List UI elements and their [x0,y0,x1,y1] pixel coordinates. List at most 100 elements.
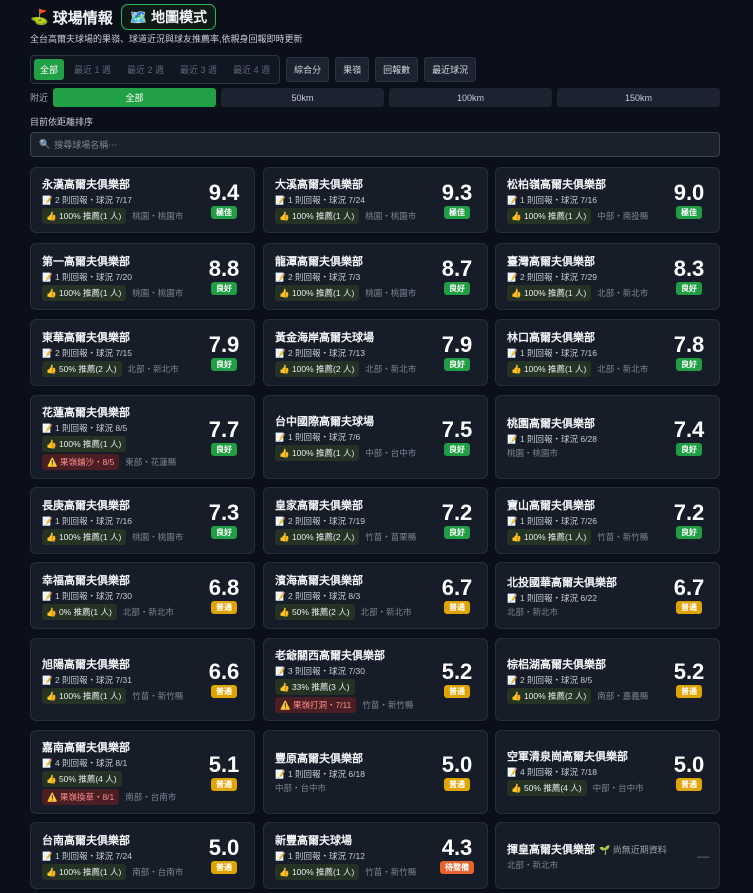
course-region-line: 中部・台中市 [275,782,435,794]
course-score: 9.3 [441,179,473,205]
distance-150km-button[interactable]: 150km [557,88,720,107]
course-score: 6.8 [208,575,240,600]
course-card[interactable]: 第一高爾夫俱樂部 📝 1 則回報・球況 7/20 👍 100% 推薦(1 人) 桃園・… [30,243,255,310]
course-card-body: 皇家高爾夫俱樂部 📝 2 則回報・球況 7/19 👍 100% 推薦(2 人) 竹苗・… [275,488,435,553]
course-region: 北部・新北市 [597,363,649,374]
sort-recent-button[interactable]: 最近球況 [424,57,477,82]
course-recommend-line: 👍 0% 推薦(1 人) 北部・新北市 [42,603,202,620]
distance-all-button[interactable]: 全部 [53,88,216,107]
course-card[interactable]: 旭陽高爾夫俱樂部 📝 2 則回報・球況 7/31 👍 100% 推薦(1 人) 竹苗・… [30,638,255,721]
course-name: 棕梠湖高爾夫俱樂部 [507,658,606,671]
course-recommend-line: 👍 100% 推薦(1 人) 竹苗・新竹縣 [42,687,202,704]
course-report-meta: 📝 1 則回報・球況 7/20 [42,271,132,282]
map-mode-button[interactable]: 🗺️ 地圖模式 [120,4,217,30]
course-report-meta: 📝 1 則回報・球況 6/28 [507,434,597,444]
course-card-body: 花蓮高爾夫俱樂部 📝 1 則回報・球況 8/5 👍 100% 推薦(1 人) ⚠️ 果… [42,396,202,478]
course-card-body: 揮皇高爾夫俱樂部 🌱 尚無近期資料 北部・新北市 [507,823,667,888]
page-title-text: 球場情報 [52,9,113,27]
distance-50km-button[interactable]: 50km [221,88,384,107]
course-score-block: 5.0 普通 [669,731,709,813]
sort-green-button[interactable]: 果嶺 [335,57,370,82]
course-rating-badge: 普通 [211,861,237,874]
course-rating-badge: 良好 [444,282,470,295]
course-name: 花蓮高爾夫俱樂部 [42,407,130,419]
course-rating-badge: 普通 [676,601,702,614]
search-icon: 🔍 [39,139,51,149]
course-card-body: 幸福高爾夫俱樂部 📝 1 則回報・球況 7/30 👍 0% 推薦(1 人) 北部・新北… [42,563,202,628]
filter-bar: 全部 最近 1 週 最近 2 週 最近 3 週 最近 4 週 綜合分 果嶺 回報… [30,55,477,84]
course-card[interactable]: 東華高爾夫俱樂部 📝 2 則回報・球況 7/15 👍 50% 推薦(2 人) 北部・新… [30,319,255,386]
course-card[interactable]: 大溪高爾夫俱樂部 📝 1 則回報・球況 7/24 👍 100% 推薦(1 人) 桃園・… [263,167,488,233]
time-filter-2-weeks[interactable]: 最近 2 週 [121,59,170,80]
course-card[interactable]: 桃園高爾夫俱樂部 📝 1 則回報・球況 6/28 桃園・桃園市 7.4 良好 [495,395,720,479]
time-filter-1-week[interactable]: 最近 1 週 [68,59,117,80]
course-card[interactable]: 揮皇高爾夫俱樂部 🌱 尚無近期資料 北部・新北市 — [495,822,720,889]
course-card-body: 松柏嶺高爾夫俱樂部 📝 1 則回報・球況 7/16 👍 100% 推薦(1 人) 中部… [507,168,667,232]
course-rating-badge: 良好 [444,442,470,456]
recommend-pill: 👍 50% 推薦(2 人) [275,603,355,620]
course-score: 9.0 [673,179,705,205]
recommend-pill: 👍 100% 推薦(1 人) [42,208,127,224]
course-rating-badge: 普通 [444,685,470,698]
course-card[interactable]: 長庚高爾夫俱樂部 📝 1 則回報・球況 7/16 👍 100% 推薦(1 人) 桃園・… [30,487,255,554]
course-card-body: 大溪高爾夫俱樂部 📝 1 則回報・球況 7/24 👍 100% 推薦(1 人) 桃園・… [275,168,435,232]
course-score: 8.3 [673,256,705,281]
recommend-pill: 👍 100% 推薦(1 人) [42,436,127,452]
sort-reports-button[interactable]: 回報數 [375,57,419,82]
course-name: 旭陽高爾夫俱樂部 [42,658,130,671]
time-filter-all[interactable]: 全部 [34,59,65,80]
course-card[interactable]: 松柏嶺高爾夫俱樂部 📝 1 則回報・球況 7/16 👍 100% 推薦(1 人) 中部… [495,167,720,233]
time-filter-4-weeks[interactable]: 最近 4 週 [227,59,276,80]
recommend-pill: 👍 100% 推薦(2 人) [507,687,592,704]
course-card[interactable]: 花蓮高爾夫俱樂部 📝 1 則回報・球況 8/5 👍 100% 推薦(1 人) ⚠️ 果… [30,395,255,479]
course-report-meta: 📝 1 則回報・球況 6/22 [507,592,597,603]
course-rating-badge: 極佳 [211,205,237,219]
course-region: 東部・花蓮縣 [125,457,177,467]
course-recommend-line: 👍 50% 推薦(2 人) 北部・新北市 [275,603,435,620]
distance-100km-button[interactable]: 100km [389,88,552,107]
course-card[interactable]: 永漢高爾夫俱樂部 📝 2 則回報・球況 7/17 👍 100% 推薦(1 人) 桃園・… [30,167,255,233]
course-card[interactable]: 臺灣高爾夫俱樂部 📝 2 則回報・球況 7/29 👍 100% 推薦(1 人) 北部・… [495,243,720,310]
course-card[interactable]: 幸福高爾夫俱樂部 📝 1 則回報・球況 7/30 👍 0% 推薦(1 人) 北部・新北… [30,562,255,629]
course-card[interactable]: 新豐高爾夫球場 📝 1 則回報・球況 7/12 👍 100% 推薦(1 人) 竹苗・新… [263,822,488,889]
course-warning-line: ⚠️ 果嶺鋪沙・8/5 東部・花蓮縣 [42,454,202,470]
recommend-pill: 👍 100% 推薦(1 人) [42,687,127,704]
course-report-meta: 📝 1 則回報・球況 7/16 [507,347,597,358]
course-rating-badge: 普通 [444,777,470,791]
course-card[interactable]: 嘉南高爾夫俱樂部 📝 4 則回報・球況 8/1 👍 50% 推薦(4 人) ⚠️ 果嶺… [30,730,255,814]
search-input[interactable]: 🔍 搜尋球場名稱⋯ [30,132,720,157]
time-filter-3-weeks[interactable]: 最近 3 週 [174,59,223,80]
course-score-block: 7.4 良好 [669,396,709,478]
course-score-block: 9.4 極佳 [204,168,244,232]
course-recommend-line: 👍 100% 推薦(1 人) 中部・台中市 [275,445,435,461]
course-card[interactable]: 皇家高爾夫俱樂部 📝 2 則回報・球況 7/19 👍 100% 推薦(2 人) 竹苗・… [263,487,488,554]
course-card[interactable]: 濱海高爾夫俱樂部 📝 2 則回報・球況 8/3 👍 50% 推薦(2 人) 北部・新北… [263,562,488,629]
course-region: 北部・新北市 [597,287,649,298]
course-report-meta: 📝 2 則回報・球況 7/29 [507,271,597,282]
course-report-meta: 📝 4 則回報・球況 8/1 [42,758,128,768]
course-card[interactable]: 林口高爾夫俱樂部 📝 1 則回報・球況 7/16 👍 100% 推薦(1 人) 北部・… [495,319,720,386]
course-name: 林口高爾夫俱樂部 [507,331,595,344]
course-card-body: 台中國際高爾夫球場 📝 1 則回報・球況 7/6 👍 100% 推薦(1 人) 中部・… [275,396,435,478]
sort-overall-button[interactable]: 綜合分 [286,57,330,82]
course-card[interactable]: 棕梠湖高爾夫俱樂部 📝 2 則回報・球況 8/5 👍 100% 推薦(2 人) 南部・… [495,638,720,721]
course-card[interactable]: 北投國華高爾夫俱樂部 📝 1 則回報・球況 6/22 北部・新北市 6.7 普通 [495,562,720,629]
course-score-block: 6.8 普通 [204,563,244,628]
course-rating-badge: 普通 [676,777,702,791]
course-card[interactable]: 空軍清泉崗高爾夫俱樂部 📝 4 則回報・球況 7/18 👍 50% 推薦(4 人) 中… [495,730,720,814]
course-card[interactable]: 龍潭高爾夫俱樂部 📝 2 則回報・球況 7/3 👍 100% 推薦(1 人) 桃園・桃… [263,243,488,310]
course-rating-badge: 良好 [676,526,702,539]
course-recommend-line: 👍 33% 推薦(3 人) [275,678,435,695]
course-card[interactable]: 老爺關西高爾夫俱樂部 📝 3 則回報・球況 7/30 👍 33% 推薦(3 人) ⚠️… [263,638,488,721]
course-score-block: 5.2 普通 [437,639,477,720]
course-rating-badge: 普通 [676,685,702,698]
course-card[interactable]: 台中國際高爾夫球場 📝 1 則回報・球況 7/6 👍 100% 推薦(1 人) 中部・… [263,395,488,479]
course-name: 空軍清泉崗高爾夫俱樂部 [507,751,628,763]
course-recommend-line: 👍 100% 推薦(1 人) 桃園・桃園市 [42,284,202,301]
course-card[interactable]: 豐原高爾夫俱樂部 📝 1 則回報・球況 6/18 中部・台中市 5.0 普通 [263,730,488,814]
course-recommend-line: 👍 100% 推薦(1 人) 中部・南投縣 [507,208,667,224]
recommend-pill: 👍 50% 推薦(4 人) [507,780,587,796]
course-card[interactable]: 寶山高爾夫俱樂部 📝 1 則回報・球況 7/26 👍 100% 推薦(1 人) 竹苗・… [495,487,720,554]
course-card[interactable]: 黃金海岸高爾夫球場 📝 2 則回報・球況 7/13 👍 100% 推薦(2 人) 北部… [263,319,488,386]
course-card[interactable]: 台南高爾夫俱樂部 📝 1 則回報・球況 7/24 👍 100% 推薦(1 人) 南部・… [30,822,255,889]
